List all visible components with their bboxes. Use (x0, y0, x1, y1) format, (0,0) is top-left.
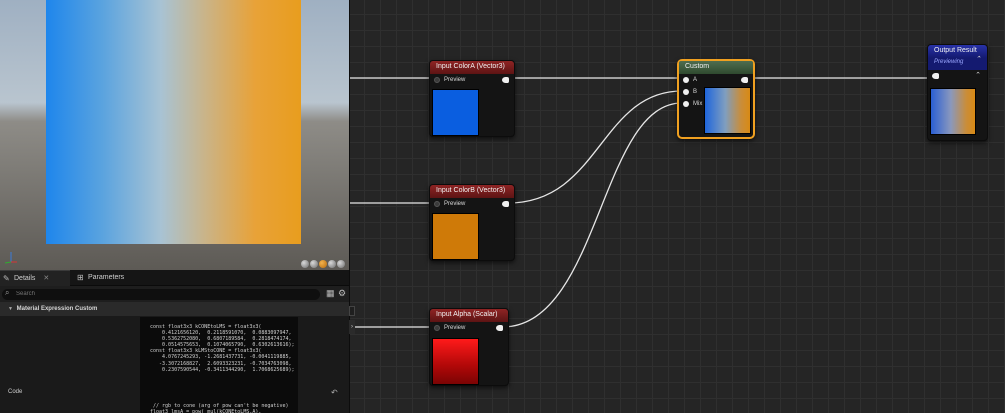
code-property-label: Code (8, 389, 23, 395)
panel-toggle[interactable] (349, 306, 355, 316)
node-input-color-b[interactable]: Input ColorB (Vector3) Preview (429, 184, 515, 261)
code-textbox[interactable]: const float3x3 kCONEtoLMS = float3x3( 0.… (140, 317, 298, 413)
parameters-icon: ⊞ (77, 273, 84, 282)
details-search-row: ⌕ ▦ ⚙ (0, 286, 349, 302)
pin-row-a[interactable]: A (679, 74, 753, 86)
preview-pin-row[interactable]: Preview (430, 322, 508, 334)
preview-pin-icon[interactable] (434, 201, 440, 207)
input-pin-b-icon[interactable] (683, 89, 689, 95)
details-body: Code const float3x3 kCONEtoLMS = float3x… (0, 316, 349, 413)
wire-alpha-to-mix (501, 102, 683, 328)
output-pin-icon[interactable] (502, 77, 509, 83)
output-pin-icon[interactable] (741, 77, 748, 83)
preview-mesh-selector[interactable] (301, 260, 345, 268)
output-preview (930, 88, 976, 135)
color-swatch-orange (432, 213, 479, 260)
input-pin-mix-icon[interactable] (683, 101, 689, 107)
node-title: Input ColorB (Vector3) (430, 185, 514, 198)
gear-icon[interactable]: ⚙ (338, 288, 346, 299)
panel-splitter[interactable] (349, 0, 350, 413)
scalar-swatch-red (432, 338, 479, 385)
output-pin-icon[interactable] (502, 201, 509, 207)
node-input-color-a[interactable]: Input ColorA (Vector3) Preview (429, 60, 515, 137)
pin-label-a: A (693, 77, 698, 83)
search-input[interactable] (2, 289, 320, 300)
pin-label: Preview (444, 201, 466, 207)
tab-details[interactable]: ✎ Details ✕ (0, 270, 70, 286)
chevron-up-icon[interactable]: ⌃ (975, 55, 981, 63)
category-label: Material Expression Custom (16, 306, 98, 312)
output-pin-row[interactable]: ⌃ (928, 70, 987, 82)
reset-to-default-icon[interactable]: ↶ (331, 388, 338, 397)
tab-parameters[interactable]: ⊞ Parameters (74, 270, 164, 286)
node-title: Input Alpha (Scalar) (430, 309, 508, 322)
preview-pin-icon[interactable] (434, 325, 440, 331)
input-pin-a-icon[interactable] (683, 77, 689, 83)
preview-pin-icon[interactable] (434, 77, 440, 83)
axis-gizmo-icon (4, 252, 17, 264)
node-input-alpha[interactable]: Input Alpha (Scalar) Preview (429, 308, 509, 386)
pin-label: Preview (444, 325, 466, 331)
preview-viewport[interactable] (0, 0, 349, 270)
pin-label-mix: Mix (693, 101, 703, 107)
custom-preview (704, 87, 751, 134)
cube-mesh-icon[interactable] (328, 260, 336, 268)
details-tab-bar: ✎ Details ✕ ⊞ Parameters (0, 270, 349, 286)
preview-pin-row[interactable]: Preview (430, 74, 514, 86)
chevron-up-icon[interactable]: ⌃ (975, 70, 981, 82)
node-title-text: Output Result (934, 47, 977, 54)
previewing-label: Previewing (934, 59, 964, 65)
color-swatch-blue (432, 89, 479, 136)
search-icon: ⌕ (5, 288, 10, 297)
pencil-icon: ✎ (3, 274, 10, 283)
custom-mesh-icon[interactable] (337, 260, 345, 268)
preview-pin-row[interactable]: Preview (430, 198, 514, 210)
pin-label: Preview (444, 77, 466, 83)
cylinder-mesh-icon[interactable] (310, 260, 318, 268)
tab-label: Details (14, 275, 36, 282)
node-title: Custom (679, 61, 753, 74)
chevron-down-icon[interactable]: ▼ (8, 306, 13, 312)
node-title: Input ColorA (Vector3) (430, 61, 514, 74)
sphere-mesh-icon[interactable] (301, 260, 309, 268)
plane-mesh-icon[interactable] (319, 260, 327, 268)
node-custom[interactable]: Custom A B Mix (677, 59, 755, 139)
pin-label-b: B (693, 89, 698, 95)
node-subtitle: Previewing ⌃ (928, 55, 987, 70)
preview-plane (46, 0, 301, 244)
input-pin-icon[interactable] (932, 73, 939, 79)
expand-arrow-icon[interactable]: › (349, 320, 355, 334)
category-header[interactable]: ▼ Material Expression Custom (0, 302, 349, 316)
close-icon[interactable]: ✕ (43, 275, 49, 282)
table-view-icon[interactable]: ▦ (326, 288, 335, 299)
tab-label: Parameters (88, 274, 125, 281)
node-output-result[interactable]: Output Result Previewing ⌃ ⌃ (927, 44, 988, 141)
output-pin-icon[interactable] (496, 325, 503, 331)
wire-colorb-to-b (507, 90, 683, 204)
